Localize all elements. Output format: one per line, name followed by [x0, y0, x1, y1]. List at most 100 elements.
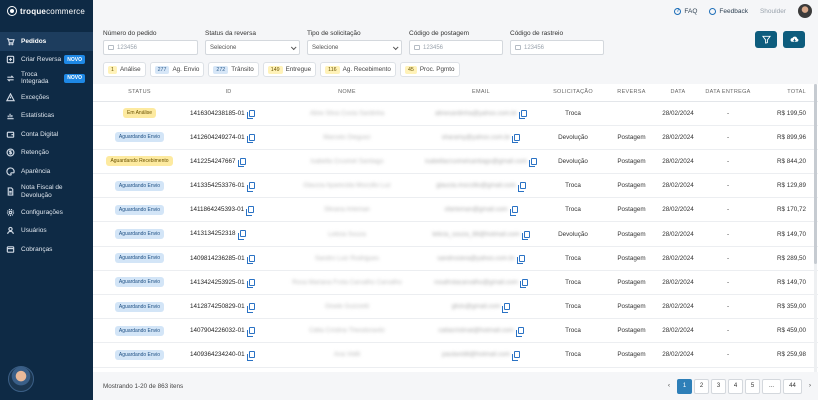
page-button[interactable]: 1: [677, 378, 692, 394]
order-id[interactable]: 1416304238185-01: [190, 110, 245, 117]
sidebar-item-excecoes[interactable]: Exceções: [0, 88, 93, 107]
copy-icon[interactable]: [512, 133, 521, 144]
copy-icon[interactable]: [246, 351, 255, 361]
copy-icon[interactable]: [517, 182, 526, 192]
sidebar-item-troca-integrada[interactable]: Troca Integrada NOVO: [0, 69, 93, 88]
table-row[interactable]: Aguardando Envio 1407904226032-01 Cátia Cr…: [93, 318, 818, 344]
sidebar-item-criar-reversa[interactable]: Criar Reversa NOVO: [0, 51, 93, 70]
user-avatar[interactable]: [798, 4, 812, 18]
page-button[interactable]: 4: [728, 378, 743, 394]
download-button[interactable]: [783, 31, 805, 48]
table-row[interactable]: Aguardando Envio 1411864245393-01 Silvana …: [93, 197, 818, 223]
status-chip[interactable]: 116 Ag. Recebimento: [320, 62, 396, 77]
table-row[interactable]: Aguardando Envio 1409814236285-01 Sandro L…: [93, 246, 818, 271]
order-id[interactable]: 1412254247667: [190, 158, 236, 165]
copy-icon[interactable]: [246, 303, 255, 313]
order-id[interactable]: 1413354253376-01: [190, 182, 245, 189]
order-number-input[interactable]: 123456: [103, 40, 198, 55]
status-chip[interactable]: 149 Entregue: [262, 62, 317, 77]
copy-icon[interactable]: [246, 206, 255, 216]
page-button[interactable]: 3: [711, 378, 726, 394]
sidebar-item-cobrancas[interactable]: Cobranças: [0, 240, 93, 259]
table-scrollbar[interactable]: [814, 84, 817, 372]
col-id[interactable]: ID: [186, 84, 271, 102]
reverse-status-select[interactable]: Selecione: [205, 40, 300, 55]
request-type-select[interactable]: Selecione: [307, 40, 402, 55]
postage-code-input[interactable]: 123456: [409, 40, 503, 55]
col-request[interactable]: Solicitação: [539, 84, 607, 102]
col-delivery[interactable]: Data Entrega: [700, 84, 756, 102]
page-button[interactable]: ...: [762, 378, 781, 394]
filter-button[interactable]: [755, 31, 777, 48]
order-id[interactable]: 1412874250829-01: [190, 303, 245, 310]
table-row[interactable]: Aguardando Envio 1413134252318 Leticia Sou…: [93, 221, 818, 247]
sidebar-item-estatisticas[interactable]: Estatísticas: [0, 106, 93, 125]
feedback-link[interactable]: Feedback: [709, 7, 748, 15]
table-row[interactable]: Aguardando Recebimento 1412254247667 Isabe…: [93, 149, 818, 175]
col-total[interactable]: Total: [756, 84, 818, 102]
sidebar-item-conta-digital[interactable]: Conta Digital: [0, 125, 93, 144]
order-id[interactable]: 1413134252318: [190, 231, 236, 238]
order-id[interactable]: 1412604249274-01: [190, 134, 245, 141]
order-id[interactable]: 1409364234240-01: [190, 352, 245, 359]
col-email[interactable]: Email: [423, 84, 539, 102]
faq-link[interactable]: ? FAQ: [674, 7, 697, 15]
table-row[interactable]: Aguardando Envio 1412874250829-01 Gisele G…: [93, 294, 818, 320]
table-row[interactable]: Em Análise 1416304238185-01 Aline Silva Co…: [93, 101, 818, 126]
copy-icon[interactable]: [246, 133, 255, 144]
sidebar-item-usuarios[interactable]: Usuários: [0, 221, 93, 240]
copy-icon[interactable]: [246, 182, 255, 192]
date-cell: 28/02/2024: [656, 294, 700, 320]
scrollbar-thumb[interactable]: [814, 84, 817, 264]
order-id[interactable]: 1413424253925-01: [190, 279, 245, 286]
col-name[interactable]: Nome: [271, 84, 423, 102]
sidebar-item-pedidos[interactable]: Pedidos: [0, 32, 93, 51]
copy-icon[interactable]: [519, 278, 528, 289]
copy-icon[interactable]: [521, 230, 530, 241]
copy-icon[interactable]: [528, 157, 537, 168]
page-button[interactable]: 44: [783, 378, 802, 394]
copy-icon[interactable]: [515, 327, 524, 337]
status-chip[interactable]: 1 Análise: [103, 62, 146, 77]
status-chip[interactable]: 277 Ag. Envio: [149, 62, 205, 77]
sidebar-item-aparencia[interactable]: Aparência: [0, 162, 93, 181]
copy-icon[interactable]: [246, 254, 255, 265]
copy-icon[interactable]: [519, 109, 527, 120]
table-row[interactable]: Aguardando Envio 1413354253376-01 Glaucia …: [93, 173, 818, 199]
page-button[interactable]: 2: [694, 378, 709, 394]
status-chip[interactable]: 272 Trânsito: [208, 62, 259, 77]
sidebar-item-nota-fiscal-de-devolucao[interactable]: Nota Fiscal de Devolução: [0, 181, 93, 203]
order-id[interactable]: 1411864245393-01: [190, 206, 244, 213]
tracking-code-input[interactable]: 123456: [510, 40, 604, 55]
delivery-cell: -: [700, 101, 756, 126]
col-date[interactable]: Data: [656, 84, 700, 102]
copy-icon[interactable]: [246, 327, 255, 337]
col-status[interactable]: Status: [93, 84, 186, 102]
sidebar-item-configuracoes[interactable]: Configurações: [0, 203, 93, 222]
next-page-button[interactable]: ›: [804, 379, 816, 394]
copy-icon[interactable]: [509, 206, 518, 216]
table-row[interactable]: Aguardando Envio 1409364234240-01 Ana Vidi…: [93, 342, 818, 368]
prev-page-button[interactable]: ‹: [663, 379, 675, 394]
alert-icon: [6, 92, 15, 102]
page-button[interactable]: 5: [745, 378, 760, 394]
sidebar-item-retencao[interactable]: Retenção: [0, 144, 93, 163]
status-chip[interactable]: 45 Proc. Pgmto: [399, 62, 460, 77]
order-id[interactable]: 1407904226032-01: [190, 327, 245, 334]
brand-logo[interactable]: troquecommerce: [0, 0, 93, 22]
copy-icon[interactable]: [502, 303, 511, 313]
request-cell: Troca: [539, 197, 607, 223]
copy-icon[interactable]: [512, 351, 520, 361]
table-row[interactable]: Aguardando Envio 1413424253925-01 Rosa Mar…: [93, 270, 818, 296]
col-reverse[interactable]: Reversa: [607, 84, 656, 102]
order-id[interactable]: 1409814236285-01: [190, 255, 245, 262]
copy-icon[interactable]: [516, 254, 525, 265]
copy-icon[interactable]: [237, 157, 246, 168]
copy-icon[interactable]: [246, 109, 255, 119]
copy-icon[interactable]: [246, 278, 255, 289]
user-avatar-bottom[interactable]: [8, 366, 34, 392]
copy-icon[interactable]: [237, 230, 246, 240]
reverse-cell: Postagem: [607, 342, 656, 368]
sidebar-item-label: Exceções: [21, 93, 50, 101]
table-row[interactable]: Aguardando Envio 1412604249274-01 Marcelo …: [93, 125, 818, 150]
